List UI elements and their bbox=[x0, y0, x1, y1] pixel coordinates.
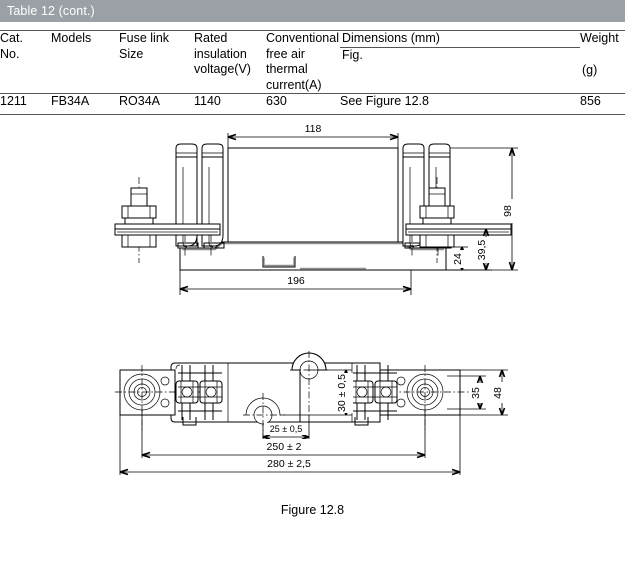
dimension-39-5-label: 39,5 bbox=[476, 240, 488, 261]
header-conv-line1: Conventional bbox=[266, 31, 339, 45]
specification-table: Cat. No. Models Fuse link Size Rated ins… bbox=[0, 30, 625, 115]
header-fuse-link-size-line2: Size bbox=[119, 46, 144, 61]
dimension-196: 196 bbox=[179, 248, 412, 295]
header-conv-line3: current(A) bbox=[266, 77, 322, 92]
header-fuse-link-size-line1: Fuse link bbox=[119, 31, 170, 45]
dimension-25-label: 25 ± 0,5 bbox=[270, 424, 302, 434]
dimension-118-label: 118 bbox=[305, 123, 322, 135]
cell-dimensions-fig: See Figure 12.8 bbox=[340, 93, 580, 115]
figure-technical-drawing: 118 196 98 39,5 24 30 ± 0,5 35 48 25 ± 0… bbox=[0, 115, 625, 535]
header-cat-no-line2: No. bbox=[0, 46, 20, 61]
dimension-250-label: 250 ± 2 bbox=[267, 441, 302, 453]
header-cat-no: Cat. No. bbox=[0, 30, 51, 94]
cell-fuse-link-size: RO34A bbox=[119, 93, 194, 115]
dimension-35-label: 35 bbox=[470, 387, 482, 399]
dimension-48-label: 48 bbox=[492, 387, 504, 399]
dimension-118: 118 bbox=[227, 121, 399, 148]
cell-weight: 856 bbox=[580, 93, 625, 115]
cell-conventional-current: 630 bbox=[266, 93, 340, 115]
dimension-98-label: 98 bbox=[502, 205, 514, 217]
table-row: 1211 FB34A RO34A 1140 630 See Figure 12.… bbox=[0, 93, 625, 115]
header-dimensions-fig: Fig. bbox=[342, 47, 363, 62]
header-weight: Weight (g) bbox=[580, 30, 625, 94]
header-dimensions-title: Dimensions (mm) bbox=[340, 31, 580, 48]
header-conventional-current: Conventional free air thermal current(A) bbox=[266, 30, 340, 94]
header-conv-line2: free air thermal bbox=[266, 46, 308, 77]
table-banner-title: Table 12 (cont.) bbox=[7, 4, 95, 18]
dimension-196-label: 196 bbox=[287, 275, 305, 287]
dimension-24-label: 24 bbox=[452, 253, 464, 265]
table-header-row: Cat. No. Models Fuse link Size Rated ins… bbox=[0, 30, 625, 94]
plan-view: 30 ± 0,5 35 48 25 ± 0,5 250 ± 2 280 ± 2,… bbox=[115, 351, 509, 476]
header-models: Models bbox=[51, 30, 119, 94]
header-rated-line3: voltage(V) bbox=[194, 62, 251, 76]
dimension-280-label: 280 ± 2,5 bbox=[267, 458, 311, 470]
table-banner: Table 12 (cont.) bbox=[0, 0, 625, 22]
side-view-left-blades bbox=[175, 143, 225, 257]
header-weight-unit: (g) bbox=[582, 62, 598, 77]
dimension-24: 24 bbox=[446, 246, 469, 271]
side-view: 118 196 98 39,5 24 bbox=[114, 121, 518, 295]
header-dimensions: Dimensions (mm) Fig. bbox=[340, 30, 580, 94]
cell-cat-no: 1211 bbox=[0, 93, 51, 115]
header-rated-line1: Rated bbox=[194, 31, 228, 45]
header-cat-no-line1: Cat. bbox=[0, 31, 23, 45]
cell-model: FB34A bbox=[51, 93, 119, 115]
header-fuse-link-size: Fuse link Size bbox=[119, 30, 194, 94]
spec-table-element: Cat. No. Models Fuse link Size Rated ins… bbox=[0, 30, 625, 115]
header-rated-insulation-voltage: Rated insulation voltage(V) bbox=[194, 30, 266, 94]
header-models-line1: Models bbox=[51, 31, 92, 45]
dimension-30-label: 30 ± 0,5 bbox=[336, 374, 348, 412]
header-rated-line2: insulation bbox=[194, 46, 247, 61]
figure-caption: Figure 12.8 bbox=[280, 503, 345, 517]
cell-rated-insulation-voltage: 1140 bbox=[194, 93, 266, 115]
header-weight-line1: Weight bbox=[580, 31, 619, 45]
